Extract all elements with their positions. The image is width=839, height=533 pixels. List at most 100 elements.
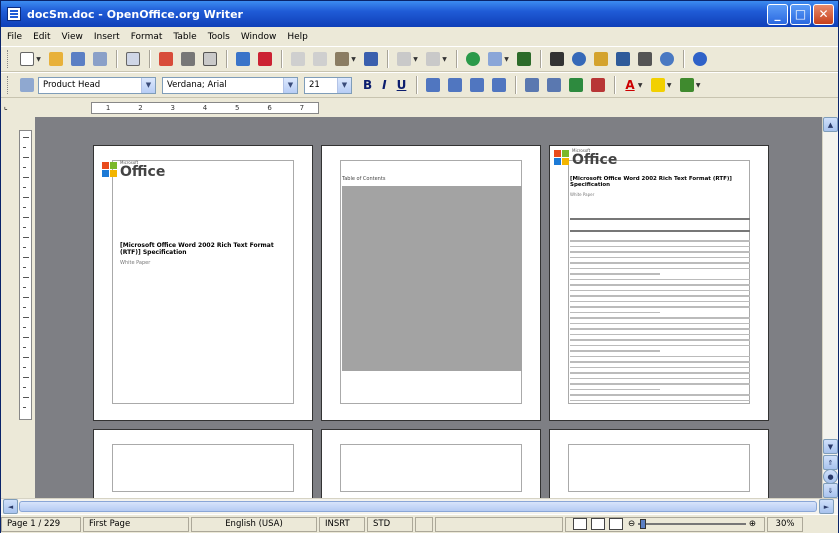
bullets-icon[interactable] — [547, 78, 562, 92]
menu-table[interactable]: Table — [173, 32, 196, 42]
selection-mode-status[interactable]: STD — [367, 516, 413, 532]
export-pdf-icon[interactable] — [159, 52, 173, 66]
book-view-icon[interactable] — [609, 518, 623, 530]
document-page-5[interactable] — [321, 429, 541, 498]
menu-help[interactable]: Help — [287, 32, 308, 42]
paragraph-style-select[interactable]: Product Head ▼ — [38, 76, 156, 94]
horizontal-scrollbar[interactable]: ◄ ► — [1, 498, 838, 514]
vertical-ruler[interactable] — [19, 130, 32, 420]
toolbar-grip[interactable] — [7, 50, 10, 68]
data-sources-icon[interactable] — [616, 52, 630, 66]
font-color-button[interactable]: A — [625, 78, 634, 92]
new-document-icon[interactable] — [20, 52, 34, 66]
previous-page-icon[interactable]: ⇑ — [823, 455, 838, 470]
email-icon[interactable] — [93, 52, 107, 66]
background-color-icon[interactable] — [679, 78, 694, 92]
maximize-button[interactable]: □ — [790, 3, 811, 25]
hyperlink-icon[interactable] — [466, 52, 480, 66]
writer-app-icon[interactable] — [7, 7, 21, 21]
page-preview-icon[interactable] — [203, 52, 217, 66]
vertical-scrollbar[interactable]: ▲ ▼ ⇑ ● ⇓ — [822, 117, 838, 498]
find-replace-icon[interactable] — [550, 52, 564, 66]
font-color-dropdown-icon[interactable]: ▼ — [637, 78, 644, 92]
document-page-1[interactable]: Microsoft Office [Microsoft Office Word … — [93, 145, 313, 421]
navigation-icon[interactable]: ● — [823, 469, 838, 484]
menu-file[interactable]: File — [7, 32, 22, 42]
single-page-view-icon[interactable] — [573, 518, 587, 530]
undo-icon[interactable] — [397, 52, 411, 66]
scroll-right-icon[interactable]: ► — [819, 499, 834, 514]
numbering-icon[interactable] — [525, 78, 540, 92]
document-page-2[interactable]: Table of Contents — [321, 145, 541, 421]
document-workspace[interactable]: Microsoft Office [Microsoft Office Word … — [35, 117, 822, 498]
paste-dropdown-icon[interactable]: ▼ — [350, 52, 357, 66]
zoom-out-icon[interactable]: ⊖ — [628, 519, 635, 529]
chevron-down-icon[interactable]: ▼ — [283, 77, 297, 93]
redo-icon[interactable] — [426, 52, 440, 66]
chevron-down-icon[interactable]: ▼ — [141, 77, 155, 93]
minimize-button[interactable]: _ — [767, 3, 788, 25]
zoom-slider-thumb[interactable] — [640, 519, 647, 529]
page-number-status[interactable]: Page 1 / 229 — [1, 516, 81, 532]
nonprinting-characters-icon[interactable] — [638, 52, 652, 66]
page-style-status[interactable]: First Page — [83, 516, 189, 532]
cut-icon[interactable] — [291, 52, 305, 66]
language-status[interactable]: English (USA) — [191, 516, 317, 532]
edit-file-icon[interactable] — [126, 52, 140, 66]
menu-format[interactable]: Format — [131, 32, 163, 42]
table-icon[interactable] — [488, 52, 502, 66]
align-center-icon[interactable] — [448, 78, 463, 92]
document-page-4[interactable] — [93, 429, 313, 498]
copy-icon[interactable] — [313, 52, 327, 66]
document-page-6[interactable] — [549, 429, 769, 498]
increase-indent-icon[interactable] — [591, 78, 606, 92]
font-size-select[interactable]: 21 ▼ — [304, 76, 352, 94]
help-icon[interactable] — [693, 52, 707, 66]
align-left-icon[interactable] — [426, 78, 441, 92]
menu-tools[interactable]: Tools — [208, 32, 230, 42]
show-draw-functions-icon[interactable] — [517, 52, 531, 66]
styles-formatting-icon[interactable] — [20, 78, 34, 92]
open-folder-icon[interactable] — [49, 52, 63, 66]
menu-window[interactable]: Window — [241, 32, 277, 42]
new-dropdown-icon[interactable]: ▼ — [35, 52, 42, 66]
insert-mode-status[interactable]: INSRT — [319, 516, 365, 532]
scroll-left-icon[interactable]: ◄ — [3, 499, 18, 514]
zoom-level[interactable]: 30% — [767, 516, 803, 532]
highlighting-icon[interactable] — [650, 78, 665, 92]
menu-view[interactable]: View — [62, 32, 83, 42]
underline-button[interactable]: U — [397, 78, 407, 92]
bold-button[interactable]: B — [363, 78, 372, 92]
close-button[interactable]: ✕ — [813, 3, 834, 25]
title-bar[interactable]: docSm.doc - OpenOffice.org Writer _ □ ✕ — [1, 1, 838, 27]
zoom-icon[interactable] — [660, 52, 674, 66]
toolbar-grip[interactable] — [7, 76, 10, 94]
clone-formatting-icon[interactable] — [364, 52, 378, 66]
zoom-in-icon[interactable]: ⊕ — [749, 519, 756, 529]
spellcheck-icon[interactable] — [236, 52, 250, 66]
italic-button[interactable]: I — [382, 78, 386, 92]
paste-icon[interactable] — [335, 52, 349, 66]
navigator-icon[interactable] — [572, 52, 586, 66]
font-name-select[interactable]: Verdana; Arial ▼ — [162, 76, 298, 94]
scroll-up-icon[interactable]: ▲ — [823, 117, 838, 132]
undo-dropdown-icon[interactable]: ▼ — [412, 52, 419, 66]
justify-icon[interactable] — [492, 78, 507, 92]
autospellcheck-icon[interactable] — [258, 52, 272, 66]
zoom-slider[interactable] — [638, 519, 746, 529]
document-page-3[interactable]: Microsoft Office [Microsoft Office Word … — [549, 145, 769, 421]
scroll-down-icon[interactable]: ▼ — [823, 439, 838, 454]
align-right-icon[interactable] — [470, 78, 485, 92]
menu-edit[interactable]: Edit — [33, 32, 50, 42]
print-icon[interactable] — [181, 52, 195, 66]
tab-selector-icon[interactable]: ⌞ — [4, 102, 14, 112]
horizontal-ruler[interactable]: 1 2 3 4 5 6 7 — [91, 102, 319, 114]
table-dropdown-icon[interactable]: ▼ — [503, 52, 510, 66]
menu-insert[interactable]: Insert — [94, 32, 120, 42]
redo-dropdown-icon[interactable]: ▼ — [441, 52, 448, 66]
highlighting-dropdown-icon[interactable]: ▼ — [666, 78, 673, 92]
multi-page-view-icon[interactable] — [591, 518, 605, 530]
horizontal-scroll-thumb[interactable] — [19, 501, 817, 512]
chevron-down-icon[interactable]: ▼ — [337, 77, 351, 93]
gallery-icon[interactable] — [594, 52, 608, 66]
